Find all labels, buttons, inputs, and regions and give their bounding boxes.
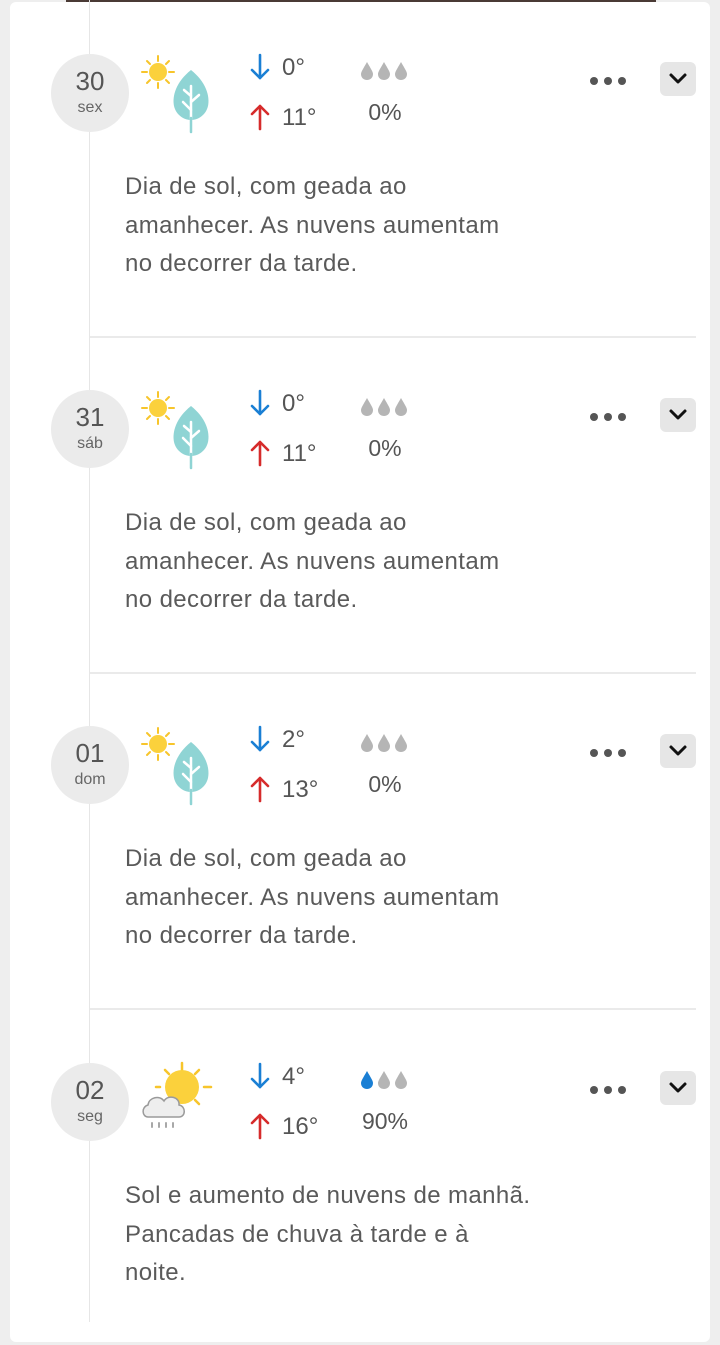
weekday-label: seg (77, 1108, 103, 1125)
rain-drop-icon (378, 1071, 390, 1089)
sun-frost-icon (138, 52, 220, 134)
description-line: amanhecer. As nuvens aumentam (125, 547, 500, 575)
arrow-up-icon (247, 1111, 273, 1141)
forecast-day[interactable]: 31 sáb 0° 11° 0% Dia de sol, com geada a… (0, 336, 720, 674)
arrow-up-icon (247, 774, 273, 804)
rain-drop-icon (378, 398, 390, 416)
date-badge: 31 sáb (51, 390, 129, 468)
expand-button[interactable] (660, 734, 696, 768)
rain-probability-icons (360, 1068, 410, 1090)
description-line: amanhecer. As nuvens aumentam (125, 211, 500, 239)
description-line: no decorrer da tarde. (125, 250, 358, 277)
max-temperature: 16° (282, 1113, 319, 1140)
rain-drop-icon (395, 398, 407, 416)
description-line: noite. (125, 1259, 187, 1286)
day-description: Dia de sol, com geada ao amanhecer. As nu… (125, 504, 585, 620)
description-line: amanhecer. As nuvens aumentam (125, 883, 500, 911)
sun-frost-icon (138, 388, 220, 470)
arrow-down-icon (247, 1061, 273, 1091)
date-badge: 02 seg (51, 1063, 129, 1141)
max-temperature: 11° (282, 440, 317, 467)
rain-probability-icons (360, 395, 410, 417)
day-number: 02 (75, 1075, 105, 1105)
min-temperature: 0° (282, 54, 305, 81)
description-line: no decorrer da tarde. (125, 922, 358, 949)
min-temperature: 4° (282, 1063, 305, 1090)
day-description: Dia de sol, com geada ao amanhecer. As nu… (125, 168, 585, 284)
more-options-icon[interactable] (588, 746, 628, 758)
date-badge: 01 dom (51, 726, 129, 804)
rain-drop-icon (361, 62, 373, 80)
description-line: Pancadas de chuva à tarde e à (125, 1220, 469, 1248)
description-line: Dia de sol, com geada ao (125, 845, 407, 872)
sun-cloud-rain-icon (138, 1061, 220, 1143)
arrow-up-icon (247, 102, 273, 132)
max-temperature: 11° (282, 104, 317, 131)
more-options-icon[interactable] (588, 410, 628, 422)
more-options-icon[interactable] (588, 1083, 628, 1095)
description-line: Dia de sol, com geada ao (125, 173, 407, 200)
weekday-label: dom (74, 771, 106, 788)
rain-probability: 0% (368, 435, 402, 461)
rain-drop-icon (395, 1071, 407, 1089)
rain-probability: 0% (368, 771, 402, 797)
max-temperature: 13° (282, 776, 319, 803)
rain-drop-icon (378, 734, 390, 752)
day-number: 01 (75, 738, 105, 768)
expand-button[interactable] (660, 1071, 696, 1105)
rain-probability-icons (360, 59, 410, 81)
description-line: Dia de sol, com geada ao (125, 509, 407, 536)
expand-button[interactable] (660, 62, 696, 96)
day-description: Sol e aumento de nuvens de manhã. Pancada… (125, 1177, 585, 1293)
arrow-down-icon (247, 52, 273, 82)
rain-probability: 0% (368, 99, 402, 125)
rain-drop-icon (395, 62, 407, 80)
day-number: 31 (75, 402, 105, 432)
min-temperature: 2° (282, 726, 305, 753)
forecast-day[interactable]: 02 seg 4° 16° 90% Sol e aumento de nuven… (0, 1009, 720, 1345)
rain-drop-icon (378, 62, 390, 80)
day-description: Dia de sol, com geada ao amanhecer. As nu… (125, 840, 585, 956)
expand-button[interactable] (660, 398, 696, 432)
arrow-down-icon (247, 388, 273, 418)
rain-probability-icons (360, 731, 410, 753)
weekday-label: sex (77, 99, 103, 116)
rain-drop-icon (361, 1071, 373, 1089)
sun-frost-icon (138, 724, 220, 806)
description-line: Sol e aumento de nuvens de manhã. (125, 1182, 531, 1209)
min-temperature: 0° (282, 390, 305, 417)
rain-drop-icon (395, 734, 407, 752)
arrow-up-icon (247, 438, 273, 468)
arrow-down-icon (247, 724, 273, 754)
date-badge: 30 sex (51, 54, 129, 132)
rain-drop-icon (361, 398, 373, 416)
weekday-label: sáb (77, 435, 103, 452)
rain-drop-icon (361, 734, 373, 752)
rain-probability: 90% (361, 1108, 409, 1134)
more-options-icon[interactable] (588, 74, 628, 86)
description-line: no decorrer da tarde. (125, 586, 358, 613)
forecast-day[interactable]: 01 dom 2° 13° 0% Dia de sol, com geada a… (0, 672, 720, 1010)
forecast-day[interactable]: 30 sex 0° 11° 0% Dia de sol, com geada a… (0, 0, 720, 338)
day-number: 30 (75, 66, 105, 96)
